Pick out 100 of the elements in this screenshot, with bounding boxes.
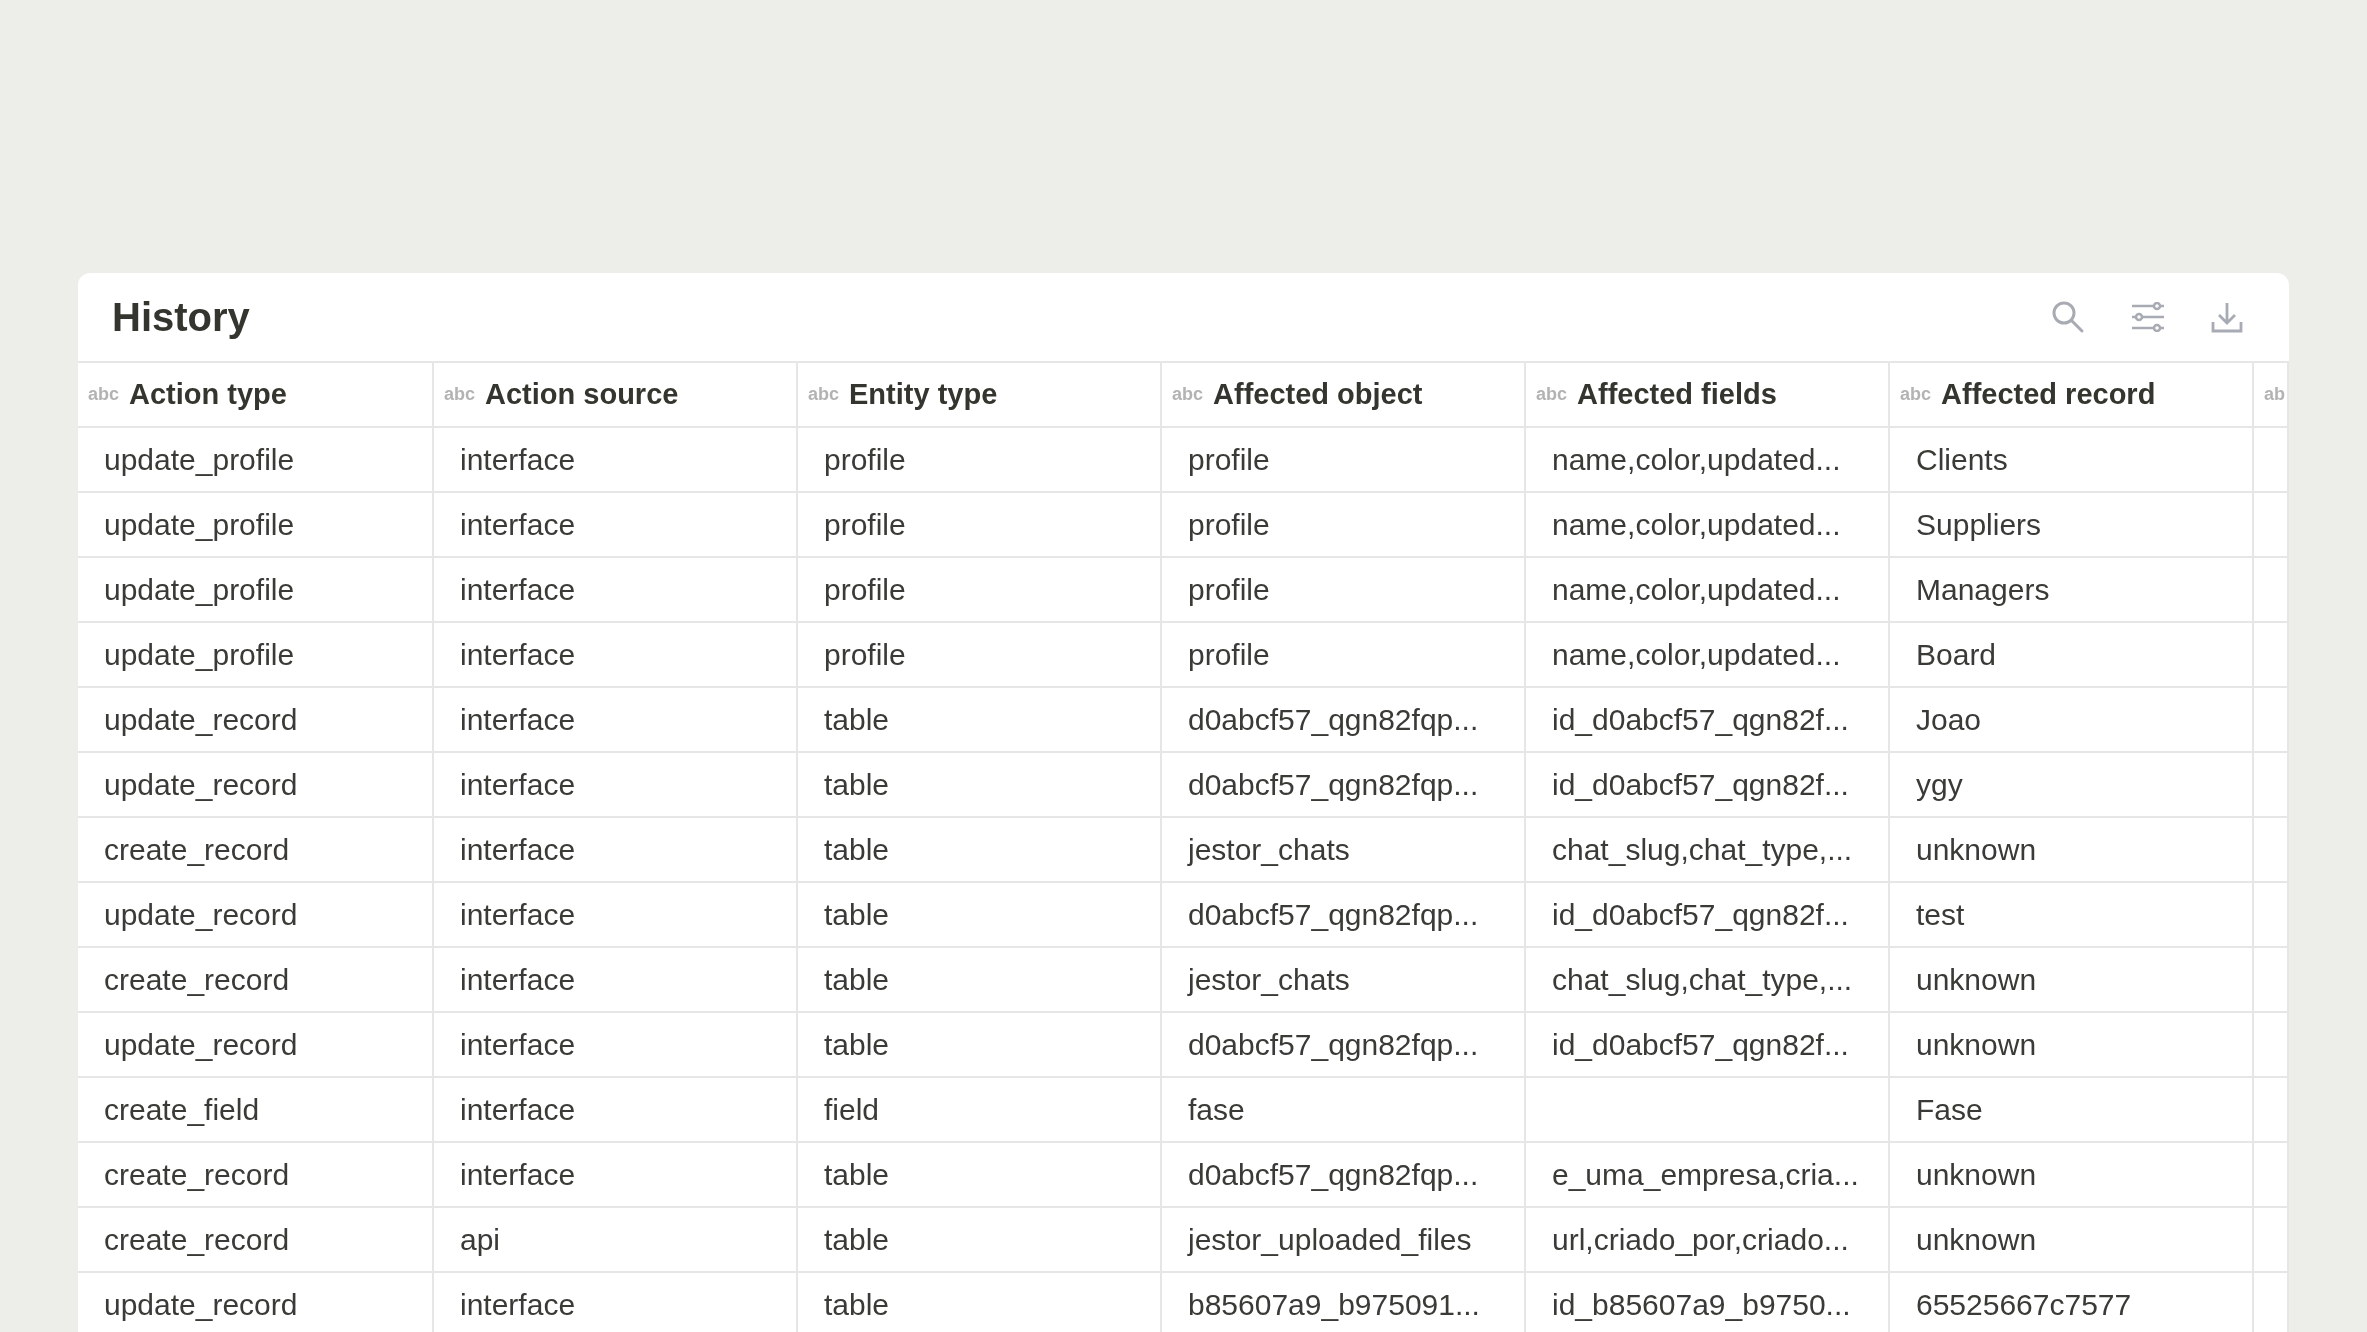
table-cell: ygy <box>1916 767 1963 802</box>
table-cell: update_profile <box>104 572 295 607</box>
table-cell: d0abcf57_qgn82fqp... <box>1188 702 1479 737</box>
table-cell: table <box>824 1027 890 1062</box>
table-cell: 65525667c7577 <box>1916 1287 2132 1322</box>
table-cell: table <box>824 897 890 932</box>
text-type-icon: abc <box>444 384 476 405</box>
table-cell: profile <box>1188 637 1270 672</box>
table-cell: d0abcf57_qgn82fqp... <box>1188 897 1479 932</box>
table-cell: Fase <box>1916 1092 1983 1127</box>
table-cell: table <box>824 1287 890 1322</box>
column-header[interactable]: Action source <box>485 378 679 411</box>
table-cell: interface <box>460 702 576 737</box>
table-cell: interface <box>460 962 576 997</box>
table-cell: api <box>460 1222 501 1257</box>
table-cell: table <box>824 767 890 802</box>
table-cell: Board <box>1916 637 1997 672</box>
table-cell: table <box>824 962 890 997</box>
table-cell: Joao <box>1916 702 1982 737</box>
text-type-icon: abc <box>1900 384 1932 405</box>
table-cell: id_d0abcf57_qgn82f... <box>1552 1027 1849 1062</box>
table-cell: update_record <box>104 897 298 932</box>
table-cell: unknown <box>1916 962 2037 997</box>
table-cell: name,color,updated... <box>1552 442 1841 477</box>
table-cell: id_d0abcf57_qgn82f... <box>1552 702 1849 737</box>
table-cell: jestor_chats <box>1188 962 1350 997</box>
table-cell: d0abcf57_qgn82fqp... <box>1188 1027 1479 1062</box>
table-cell: fase <box>1188 1092 1245 1127</box>
search-icon[interactable] <box>2051 300 2085 334</box>
table-cell: interface <box>460 442 576 477</box>
text-type-icon: ab <box>2264 384 2285 405</box>
table-cell: create_record <box>104 962 290 997</box>
text-type-icon: abc <box>808 384 840 405</box>
table-cell: interface <box>460 897 576 932</box>
table-cell: Managers <box>1916 572 2050 607</box>
column-header[interactable]: Affected object <box>1213 378 1423 411</box>
table-cell: update_record <box>104 767 298 802</box>
table-cell: id_b85607a9_b9750... <box>1552 1287 1851 1322</box>
table-cell: profile <box>1188 442 1270 477</box>
column-header[interactable]: Action type <box>129 378 287 411</box>
table-cell: interface <box>460 1027 576 1062</box>
table-cell: jestor_chats <box>1188 832 1350 867</box>
table-cell: create_record <box>104 832 290 867</box>
table-cell: update_profile <box>104 507 295 542</box>
table-cell: chat_slug,chat_type,... <box>1552 832 1853 867</box>
table-cell: profile <box>824 637 906 672</box>
text-type-icon: abc <box>88 384 120 405</box>
table-cell: unknown <box>1916 1027 2037 1062</box>
table-cell: update_record <box>104 1287 298 1322</box>
table-cell: profile <box>824 442 906 477</box>
table-cell: interface <box>460 1287 576 1322</box>
table-cell: name,color,updated... <box>1552 637 1841 672</box>
table-cell: interface <box>460 767 576 802</box>
table-cell: url,criado_por,criado... <box>1552 1222 1849 1257</box>
table-cell: interface <box>460 572 576 607</box>
table-cell: unknown <box>1916 1222 2037 1257</box>
table-cell: update_record <box>104 702 298 737</box>
table-cell: jestor_uploaded_files <box>1188 1222 1472 1257</box>
table-cell: profile <box>824 507 906 542</box>
table-cell: id_d0abcf57_qgn82f... <box>1552 767 1849 802</box>
table-cell: d0abcf57_qgn82fqp... <box>1188 767 1479 802</box>
download-icon[interactable] <box>2211 301 2243 333</box>
table-cell: profile <box>1188 507 1270 542</box>
settings-icon[interactable] <box>2131 302 2165 332</box>
table-cell: table <box>824 1222 890 1257</box>
table-cell: field <box>824 1092 880 1127</box>
table-cell: unknown <box>1916 1157 2037 1192</box>
table-cell: b85607a9_b975091... <box>1188 1287 1480 1322</box>
table-cell: Suppliers <box>1916 507 2042 542</box>
column-header[interactable]: Affected record <box>1941 378 2156 411</box>
table-cell: update_profile <box>104 442 295 477</box>
table-cell: interface <box>460 637 576 672</box>
text-type-icon: abc <box>1172 384 1204 405</box>
table-cell: name,color,updated... <box>1552 572 1841 607</box>
table-cell: test <box>1916 897 1965 932</box>
table-cell: name,color,updated... <box>1552 507 1841 542</box>
table-cell: create_record <box>104 1157 290 1192</box>
table-cell: interface <box>460 507 576 542</box>
table-cell: chat_slug,chat_type,... <box>1552 962 1853 997</box>
panel-title: History <box>112 294 251 340</box>
column-header[interactable]: Affected fields <box>1577 378 1777 411</box>
table-cell: table <box>824 1157 890 1192</box>
table-cell: update_record <box>104 1027 298 1062</box>
column-header[interactable]: Entity type <box>849 378 998 411</box>
table-cell: profile <box>1188 572 1270 607</box>
table-cell: create_field <box>104 1092 260 1127</box>
table-cell: d0abcf57_qgn82fqp... <box>1188 1157 1479 1192</box>
table-cell: id_d0abcf57_qgn82f... <box>1552 897 1849 932</box>
table-cell: create_record <box>104 1222 290 1257</box>
table-cell: interface <box>460 832 576 867</box>
table-cell: interface <box>460 1157 576 1192</box>
table-cell: profile <box>824 572 906 607</box>
table-cell: e_uma_empresa,cria... <box>1552 1157 1859 1192</box>
table-cell: Clients <box>1916 442 2008 477</box>
text-type-icon: abc <box>1536 384 1568 405</box>
table-cell: table <box>824 832 890 867</box>
table-cell: interface <box>460 1092 576 1127</box>
table-cell: update_profile <box>104 637 295 672</box>
table-cell: unknown <box>1916 832 2037 867</box>
table-cell: table <box>824 702 890 737</box>
